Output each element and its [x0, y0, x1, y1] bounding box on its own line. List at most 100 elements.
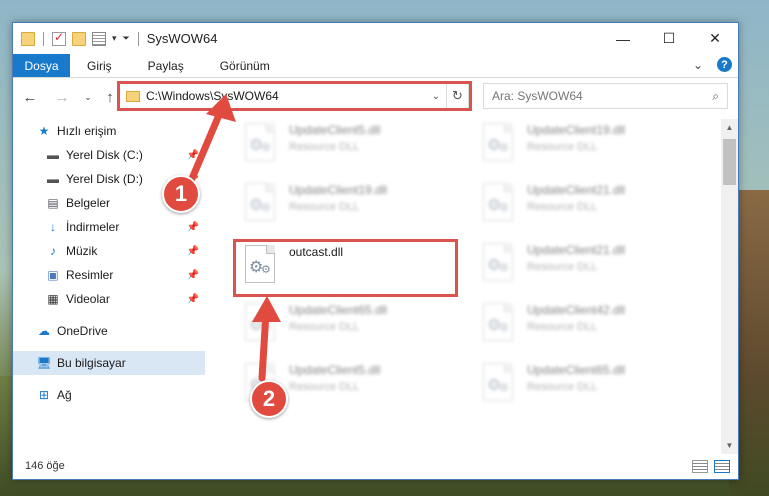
close-button[interactable]: ✕ — [692, 23, 738, 54]
scroll-thumb[interactable] — [723, 139, 736, 185]
file-item[interactable]: ⚙ ⚙ UpdateClient65.dll Resource DLL — [481, 361, 711, 411]
file-type: Resource DLL — [527, 381, 598, 393]
navigation-pane: ★ Hızlı erişim ▬ Yerel Disk (C:) 📌 ▬ Yer… — [13, 119, 205, 449]
pin-icon[interactable]: 📌 — [187, 150, 199, 161]
file-item[interactable]: ⚙⚙ UpdateClient5.dll Resource DLL — [243, 121, 473, 171]
sidebar-item-disk-c[interactable]: ▬ Yerel Disk (C:) 📌 — [13, 143, 205, 167]
sidebar-item-network[interactable]: ⊞ Ağ — [13, 383, 205, 407]
network-icon: ⊞ — [38, 388, 50, 402]
drive-icon: ▬ — [47, 148, 59, 162]
step-marker-2: 2 — [250, 380, 288, 418]
star-icon: ★ — [38, 124, 50, 138]
dll-file-icon: ⚙⚙ — [481, 181, 515, 223]
search-box[interactable]: ⌕ — [483, 83, 728, 109]
sidebar-item-pictures[interactable]: ▣ Resimler 📌 — [13, 263, 205, 287]
file-item[interactable]: ⚙ ⚙ UpdateClient19.dll Resource DLL — [243, 181, 473, 231]
properties-check-icon[interactable] — [52, 30, 66, 46]
sidebar-item-label: Müzik — [66, 244, 98, 258]
details-view-icon[interactable] — [692, 459, 708, 473]
chevron-down-icon[interactable]: ▾ — [112, 33, 117, 44]
sidebar-item-label: OneDrive — [57, 324, 108, 338]
dll-file-icon: ⚙⚙ — [481, 121, 515, 163]
tab-home[interactable]: Giriş — [70, 54, 131, 77]
file-name: UpdateClient19.dll — [289, 183, 388, 197]
download-icon: ↓ — [50, 220, 56, 234]
cloud-icon: ☁ — [38, 324, 50, 338]
recent-locations-icon[interactable]: ⌄ — [77, 92, 99, 103]
sidebar-item-this-pc[interactable]: 🖥 Bu bilgisayar — [13, 351, 205, 375]
file-name: UpdateClient21.dll — [527, 183, 626, 197]
step-marker-1: 1 — [162, 175, 200, 213]
minimize-icon: — — [616, 30, 630, 47]
sidebar-item-label: Bu bilgisayar — [57, 356, 126, 370]
sidebar-item-label: Resimler — [66, 268, 114, 282]
computer-icon: 🖥 — [36, 356, 52, 370]
maximize-icon: ☐ — [662, 30, 676, 46]
sidebar-item-label: Belgeler — [66, 196, 111, 210]
file-item[interactable]: ⚙ ⚙ UpdateClient19.dll Resource DLL — [481, 121, 711, 171]
scroll-down-icon[interactable]: ▼ — [721, 437, 738, 454]
vertical-scrollbar[interactable]: ▲ ▼ — [721, 119, 738, 454]
help-icon[interactable]: ? — [717, 57, 732, 72]
window-title: SysWOW64 — [146, 31, 218, 46]
search-input[interactable] — [492, 89, 713, 103]
new-folder-icon[interactable] — [72, 31, 86, 46]
file-type: Resource DLL — [289, 321, 360, 333]
file-type: Resource DLL — [289, 381, 360, 393]
address-highlight-box — [117, 81, 472, 111]
file-type: Resource DLL — [527, 261, 598, 273]
large-icons-view-icon[interactable] — [714, 459, 730, 473]
file-item[interactable]: ⚙ ⚙ UpdateClient21.dll Resource DLL — [481, 241, 711, 291]
tab-file[interactable]: Dosya — [13, 54, 70, 77]
minimize-button[interactable]: — — [600, 23, 646, 54]
file-name: UpdateClient42.dll — [527, 303, 626, 317]
scroll-up-icon[interactable]: ▲ — [721, 119, 738, 136]
sidebar-item-onedrive[interactable]: ☁ OneDrive — [13, 319, 205, 343]
file-name: UpdateClient65.dll — [527, 363, 626, 377]
dll-file-icon: ⚙⚙ — [481, 241, 515, 283]
quick-access-toolbar: ▾ ⏷ — [21, 30, 141, 46]
ribbon-tabs: Dosya Giriş Paylaş Görünüm ⌄ ? — [13, 54, 738, 78]
file-highlight-box — [233, 239, 458, 297]
sidebar-item-label: Yerel Disk (D:) — [66, 172, 143, 186]
file-type: Resource DLL — [289, 201, 360, 213]
file-type: Resource DLL — [527, 141, 598, 153]
pin-icon[interactable]: 📌 — [187, 270, 199, 281]
file-name: UpdateClient65.dll — [289, 303, 388, 317]
file-list: ⚙ ⚙ UpdateClient5.dll Resource DLL ⚙ ⚙ Upda… — [213, 119, 719, 449]
dll-file-icon: ⚙⚙ — [481, 361, 515, 403]
sidebar-item-quick-access[interactable]: ★ Hızlı erişim — [13, 119, 205, 143]
file-type: Resource DLL — [289, 141, 360, 153]
expand-ribbon-icon[interactable]: ⌄ — [693, 58, 703, 72]
file-item[interactable]: ⚙ ⚙ UpdateClient42.dll Resource DLL — [481, 301, 711, 351]
file-item[interactable]: ⚙ ⚙ UpdateClient65.dll Resource DLL — [243, 301, 473, 351]
maximize-button[interactable]: ☐ — [646, 23, 692, 54]
pin-icon[interactable]: 📌 — [187, 294, 199, 305]
back-button[interactable]: ← — [19, 89, 41, 106]
tab-view[interactable]: Görünüm — [203, 54, 289, 77]
sidebar-item-label: Hızlı erişim — [57, 124, 117, 138]
sidebar-item-label: İndirmeler — [66, 220, 120, 234]
search-icon[interactable]: ⌕ — [712, 89, 719, 104]
title-bar: ▾ ⏷ SysWOW64 — ☐ ✕ — [13, 23, 738, 54]
view-options-icon[interactable] — [92, 31, 106, 46]
tab-share[interactable]: Paylaş — [131, 54, 203, 77]
file-item[interactable]: ⚙ ⚙ UpdateClient21.dll Resource DLL — [481, 181, 711, 231]
separator — [43, 31, 44, 46]
forward-button[interactable]: → — [51, 89, 73, 106]
pin-icon[interactable]: 📌 — [187, 246, 199, 257]
item-count: 146 öğe — [25, 460, 65, 472]
file-type: Resource DLL — [527, 321, 598, 333]
sidebar-item-label: Yerel Disk (C:) — [66, 148, 143, 162]
drive-icon: ▬ — [47, 172, 59, 186]
sidebar-item-music[interactable]: ♪ Müzik 📌 — [13, 239, 205, 263]
sidebar-item-videos[interactable]: ▦ Videolar 📌 — [13, 287, 205, 311]
pictures-icon: ▣ — [47, 268, 59, 282]
pin-icon[interactable]: 📌 — [187, 222, 199, 233]
customize-toolbar-icon[interactable]: ⏷ — [123, 33, 130, 44]
folder-icon — [21, 31, 35, 46]
file-name: UpdateClient21.dll — [527, 243, 626, 257]
sidebar-item-downloads[interactable]: ↓ İndirmeler 📌 — [13, 215, 205, 239]
file-name: UpdateClient5.dll — [289, 123, 381, 137]
document-icon: ▤ — [47, 196, 59, 210]
